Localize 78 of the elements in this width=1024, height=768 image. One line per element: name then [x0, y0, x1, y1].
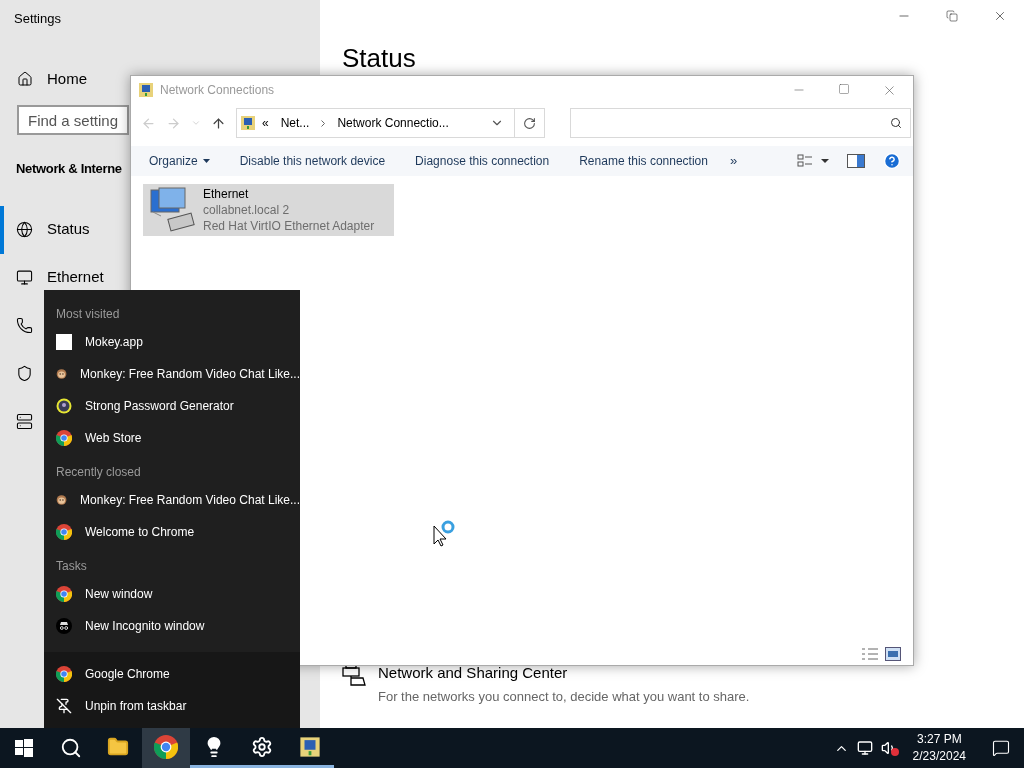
busy-cursor-icon	[433, 519, 457, 547]
nav-item[interactable]: Status	[0, 205, 94, 254]
globe-icon	[16, 221, 33, 238]
adapter-description: Red Hat VirtIO Ethernet Adapter	[203, 218, 375, 234]
volume-muted-icon[interactable]	[880, 740, 897, 756]
network-status-icon[interactable]	[856, 740, 873, 756]
toolbar-button[interactable]: Rename this connection	[579, 152, 708, 170]
chrome-icon	[56, 430, 72, 446]
link-title[interactable]: Network and Sharing Center	[378, 662, 750, 685]
overflow-chevron[interactable]: «	[262, 114, 269, 132]
search-field[interactable]: Find a setting	[17, 105, 129, 135]
network-adapter-icon	[147, 186, 197, 234]
up-button[interactable]	[211, 115, 226, 131]
monkey-face-icon	[56, 492, 68, 508]
view-options-icon[interactable]	[797, 154, 829, 168]
close-button[interactable]	[993, 9, 1007, 23]
blank-page-icon	[56, 334, 72, 350]
chrome-icon	[56, 666, 72, 682]
settings-icon	[251, 735, 273, 758]
clock-time[interactable]: 3:27 PM	[916, 731, 962, 748]
jump-list-item[interactable]: Mokey.app	[44, 326, 300, 358]
taskbar-app-button[interactable]	[142, 728, 190, 768]
network-computer-icon	[240, 115, 256, 131]
chrome-icon	[154, 734, 178, 759]
monitor-icon	[16, 269, 33, 286]
preview-pane-icon[interactable]	[847, 154, 865, 168]
clock-date[interactable]: 2/23/2024	[912, 748, 966, 765]
jump-list-heading: Most visited	[55, 306, 121, 323]
section-title: Network & Interne	[16, 160, 122, 178]
help-icon[interactable]	[883, 152, 901, 170]
caret-icon	[202, 159, 210, 163]
breadcrumb[interactable]: Net...	[280, 114, 310, 132]
server-icon	[16, 413, 33, 430]
search-icon[interactable]	[60, 737, 82, 759]
window-title: Network Connections	[160, 82, 275, 99]
link-description: For the networks you connect to, decide what you want to share.	[378, 687, 750, 706]
large-icons-view-icon[interactable]	[885, 647, 901, 661]
monkey-face-icon	[56, 366, 68, 382]
search-icon	[890, 117, 902, 129]
shield-icon	[16, 365, 33, 382]
adapter-network: collabnet.local 2	[203, 202, 291, 218]
network-computer-icon	[299, 735, 321, 758]
jump-list-item[interactable]: Monkey: Free Random Video Chat Like...	[44, 484, 300, 516]
refresh-icon	[523, 116, 536, 130]
jump-list-item[interactable]: Monkey: Free Random Video Chat Like...	[44, 358, 300, 390]
unpin-icon	[56, 698, 72, 714]
more-commands-button[interactable]: »	[729, 151, 738, 171]
page-heading: Status	[342, 42, 416, 74]
toolbar-button[interactable]: Diagnose this connection	[415, 152, 550, 170]
chevron-right-icon	[321, 119, 326, 127]
window-title: Settings	[14, 10, 62, 28]
network-computer-icon	[138, 82, 154, 98]
jump-list-heading: Recently closed	[55, 464, 142, 481]
chrome-icon	[56, 586, 72, 602]
jump-list-heading: Tasks	[55, 558, 88, 575]
incognito-icon	[56, 618, 72, 634]
jump-list-item[interactable]: Welcome to Chrome	[44, 516, 300, 548]
nav-item[interactable]: Ethernet	[0, 253, 108, 302]
chrome-icon	[56, 524, 72, 540]
notifications-icon[interactable]	[992, 739, 1010, 757]
toolbar-button[interactable]: Organize	[149, 152, 210, 170]
address-bar[interactable]: « Net... Network Connectio...	[236, 108, 545, 138]
phone-icon	[16, 317, 33, 334]
jump-list-item[interactable]: New Incognito window	[44, 610, 300, 642]
windows-start-icon[interactable]	[15, 739, 33, 757]
jump-list-item[interactable]: Unpin from taskbar	[44, 690, 300, 722]
jump-list-item[interactable]: New window	[44, 578, 300, 610]
adapter-name: Ethernet	[203, 186, 250, 202]
restore-button[interactable]	[946, 10, 958, 22]
network-adapter-item[interactable]: Ethernet collabnet.local 2 Red Hat VirtIO Ethernet Adapter	[143, 184, 394, 236]
home-icon	[17, 70, 33, 87]
jump-list-item[interactable]: Web Store	[44, 422, 300, 454]
home-nav-item[interactable]: Home	[17, 67, 87, 90]
jump-list-item[interactable]: Strong Password Generator	[44, 390, 300, 422]
jump-list-item[interactable]: Google Chrome	[44, 658, 300, 690]
toolbar-button[interactable]: Disable this network device	[239, 152, 386, 170]
folder-icon	[107, 735, 129, 758]
breadcrumb[interactable]: Network Connectio...	[337, 114, 449, 132]
